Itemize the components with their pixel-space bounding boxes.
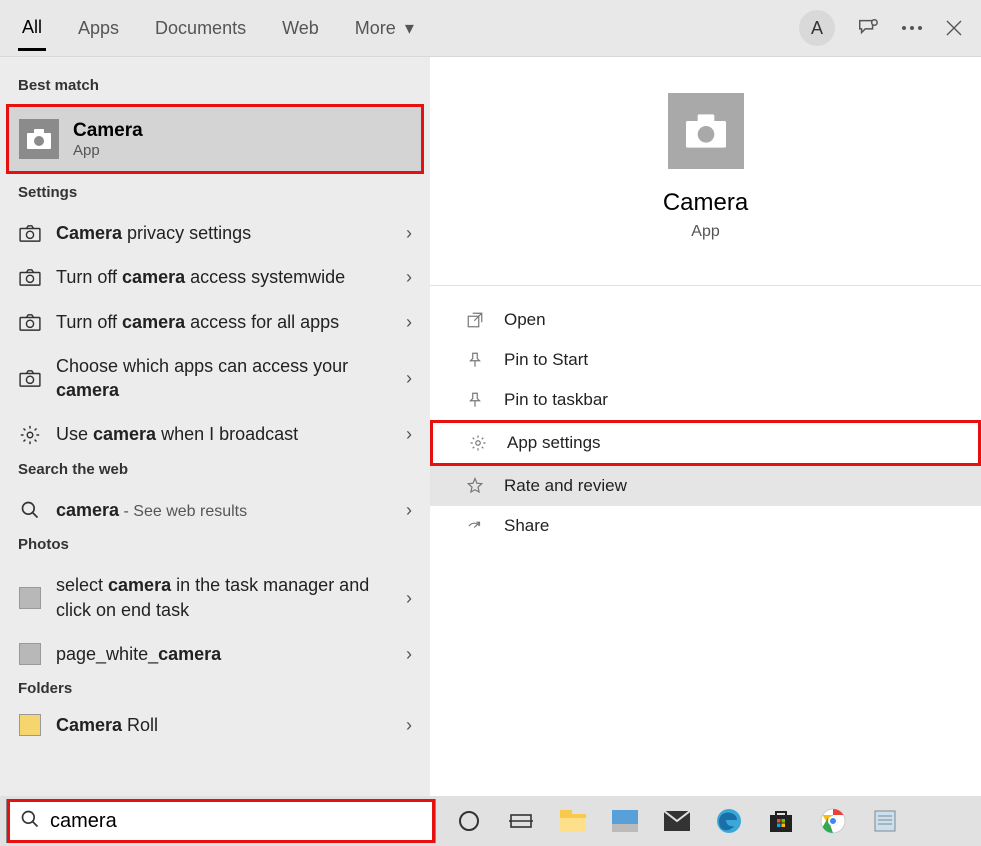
section-photos: Photos [0, 532, 430, 563]
folder-icon [18, 714, 42, 736]
filter-tabs: All Apps Documents Web More ▾ A [0, 0, 981, 57]
preview-subtitle: App [430, 223, 981, 241]
image-thumbnail-icon [18, 643, 42, 665]
best-match-item[interactable]: Camera App [9, 107, 421, 171]
tab-web[interactable]: Web [278, 7, 323, 49]
close-icon[interactable] [945, 19, 963, 37]
section-search-web: Search the web [0, 457, 430, 488]
chevron-right-icon: › [406, 713, 412, 737]
search-box-highlight [7, 799, 435, 843]
preview-pane: Camera App Open Pin to Start Pin to task… [430, 57, 981, 796]
taskbar [0, 796, 981, 846]
file-explorer-icon[interactable] [554, 802, 592, 840]
search-input[interactable] [50, 802, 432, 840]
section-settings: Settings [0, 180, 430, 211]
action-open[interactable]: Open [430, 300, 981, 340]
cortana-icon[interactable] [450, 802, 488, 840]
preview-title: Camera [430, 189, 981, 217]
chevron-right-icon: › [406, 265, 412, 289]
pin-icon [466, 391, 488, 409]
action-app-settings[interactable]: App settings [433, 423, 978, 463]
action-pin-start[interactable]: Pin to Start [430, 340, 981, 380]
photo-item-1[interactable]: select camera in the task manager and cl… [0, 563, 430, 632]
camera-app-icon [19, 119, 59, 159]
search-box-container [6, 799, 436, 843]
notepad-icon[interactable] [866, 802, 904, 840]
star-icon [466, 477, 488, 495]
mail-icon[interactable] [658, 802, 696, 840]
action-rate-review[interactable]: Rate and review [430, 466, 981, 506]
search-window: All Apps Documents Web More ▾ A Best mat… [0, 0, 981, 846]
image-thumbnail-icon [18, 587, 42, 609]
camera-outline-icon [18, 369, 42, 387]
tab-documents[interactable]: Documents [151, 7, 250, 49]
action-pin-taskbar[interactable]: Pin to taskbar [430, 380, 981, 420]
web-result-item[interactable]: camera - See web results › [0, 488, 430, 533]
chrome-icon[interactable] [814, 802, 852, 840]
photo-item-2[interactable]: page_white_camera › [0, 632, 430, 676]
section-folders: Folders [0, 676, 430, 707]
share-icon [466, 517, 488, 535]
chevron-right-icon: › [406, 310, 412, 334]
chevron-right-icon: › [406, 642, 412, 666]
preview-actions: Open Pin to Start Pin to taskbar App set… [430, 286, 981, 546]
camera-outline-icon [18, 224, 42, 242]
settings-item-systemwide[interactable]: Turn off camera access systemwide › [0, 255, 430, 299]
gear-icon [18, 424, 42, 446]
chevron-right-icon: › [406, 221, 412, 245]
section-best-match: Best match [0, 73, 430, 104]
app-icon-1[interactable] [606, 802, 644, 840]
options-icon[interactable] [901, 25, 923, 31]
folder-item-camera-roll[interactable]: Camera Roll › [0, 707, 430, 743]
action-share[interactable]: Share [430, 506, 981, 546]
results-list: Best match Camera App Settings Camera pr… [0, 57, 430, 796]
tab-all[interactable]: All [18, 6, 46, 51]
settings-item-privacy[interactable]: Camera privacy settings › [0, 211, 430, 255]
edge-icon[interactable] [710, 802, 748, 840]
pin-icon [466, 351, 488, 369]
best-match-title: Camera [73, 120, 143, 142]
search-icon [10, 809, 50, 834]
feedback-icon[interactable] [857, 17, 879, 39]
user-avatar[interactable]: A [799, 10, 835, 46]
chevron-right-icon: › [406, 498, 412, 522]
camera-outline-icon [18, 313, 42, 331]
chevron-right-icon: › [406, 586, 412, 610]
chevron-right-icon: › [406, 366, 412, 390]
store-icon[interactable] [762, 802, 800, 840]
tab-more[interactable]: More ▾ [351, 7, 418, 49]
gear-icon [469, 434, 491, 452]
preview-app-icon [668, 93, 744, 169]
best-match-highlight: Camera App [6, 104, 424, 174]
settings-item-broadcast[interactable]: Use camera when I broadcast › [0, 412, 430, 456]
task-view-icon[interactable] [502, 802, 540, 840]
chevron-right-icon: › [406, 422, 412, 446]
taskbar-tray [436, 802, 904, 840]
search-icon [18, 500, 42, 520]
app-settings-highlight: App settings [430, 420, 981, 466]
chevron-down-icon: ▾ [405, 19, 414, 37]
settings-item-all-apps[interactable]: Turn off camera access for all apps › [0, 300, 430, 344]
best-match-subtitle: App [73, 142, 143, 159]
open-icon [466, 311, 488, 329]
camera-outline-icon [18, 268, 42, 286]
tab-apps[interactable]: Apps [74, 7, 123, 49]
settings-item-choose-apps[interactable]: Choose which apps can access your camera… [0, 344, 430, 413]
